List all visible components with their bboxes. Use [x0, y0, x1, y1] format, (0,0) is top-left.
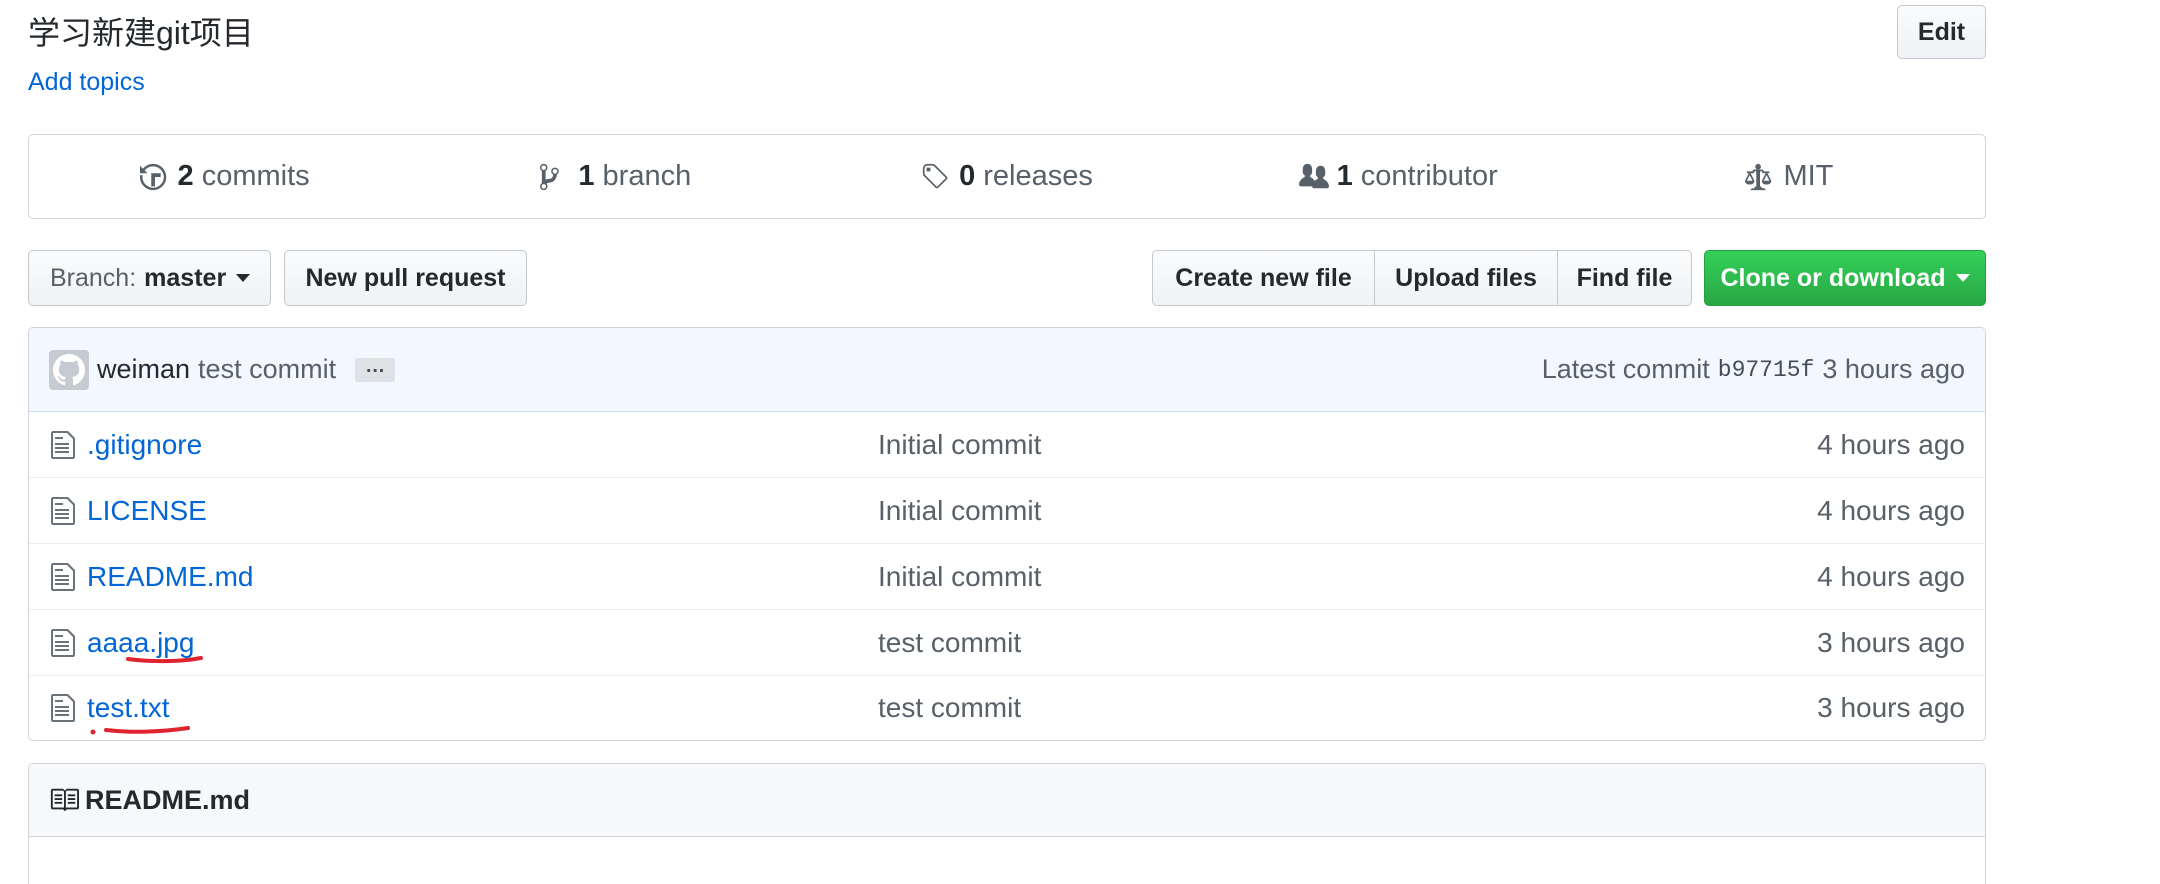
latest-commit-prefix: Latest commit: [1541, 354, 1710, 384]
license-label: MIT: [1783, 160, 1834, 192]
repo-description: 学习新建git项目: [28, 15, 254, 51]
file-icon: [51, 430, 75, 459]
branches-label: branch: [602, 160, 692, 192]
expand-commit-button[interactable]: …: [355, 356, 396, 382]
file-table: weiman test commit … Latest commit b9771…: [28, 327, 1986, 741]
readme-header: README.md: [29, 764, 1985, 837]
commit-author[interactable]: weiman: [97, 354, 190, 385]
releases-label: releases: [983, 160, 1093, 192]
find-file-button[interactable]: Find file: [1557, 250, 1692, 306]
contributors-summary[interactable]: 1 contributor: [1203, 160, 1594, 193]
file-icon: [51, 562, 75, 591]
caret-down-icon: [1955, 274, 1970, 282]
upload-files-button[interactable]: Upload files: [1374, 250, 1558, 306]
contributors-count: 1: [1336, 160, 1353, 192]
table-row: LICENSE Initial commit 4 hours ago: [29, 478, 1985, 544]
file-icon: [51, 628, 75, 657]
releases-summary[interactable]: 0 releases: [811, 160, 1202, 193]
latest-commit-info: Latest commit b97715f 3 hours ago: [1542, 354, 1965, 385]
branch-name: master: [144, 263, 227, 292]
create-new-file-button[interactable]: Create new file: [1152, 250, 1375, 306]
edit-button[interactable]: Edit: [1897, 5, 1986, 59]
commits-summary[interactable]: 2 commits: [29, 160, 420, 193]
new-pull-request-button[interactable]: New pull request: [284, 250, 527, 306]
caret-down-icon: [236, 274, 251, 282]
table-row: .gitignore Initial commit 4 hours ago: [29, 412, 1985, 478]
add-topics-link[interactable]: Add topics: [28, 68, 145, 97]
file-icon: [51, 496, 75, 525]
commit-time: 3 hours ago: [1822, 354, 1965, 384]
file-age: 3 hours ago: [1817, 626, 1965, 658]
file-age: 4 hours ago: [1817, 428, 1965, 460]
contributors-label: contributor: [1360, 160, 1498, 192]
readme-panel: README.md: [28, 763, 1986, 884]
avatar[interactable]: [49, 349, 89, 390]
clone-or-download-button[interactable]: Clone or download: [1704, 250, 1986, 306]
file-commit-message[interactable]: test commit: [878, 627, 1817, 659]
github-mark-icon: [53, 353, 85, 385]
clone-label: Clone or download: [1720, 263, 1946, 292]
file-commit-message[interactable]: test commit: [878, 692, 1817, 724]
repo-page: 学习新建git项目 Add topics Edit 2 commits 1 br…: [0, 0, 2160, 884]
readme-title: README.md: [85, 784, 251, 815]
commit-message[interactable]: test commit: [198, 354, 336, 385]
file-actions-group: Create new file Upload files Find file: [1152, 250, 1692, 306]
table-row: README.md Initial commit 4 hours ago: [29, 544, 1985, 610]
file-age: 3 hours ago: [1817, 692, 1965, 723]
file-name-link[interactable]: .gitignore: [87, 429, 878, 461]
file-name-link[interactable]: README.md: [87, 561, 878, 593]
commits-count: 2: [177, 160, 194, 192]
commit-sha-link[interactable]: b97715f: [1718, 357, 1815, 383]
file-age: 4 hours ago: [1817, 494, 1965, 526]
git-branch-icon: [540, 163, 560, 190]
numbers-summary: 2 commits 1 branch 0 releases 1 contribu…: [28, 134, 1986, 219]
file-commit-message[interactable]: Initial commit: [878, 495, 1817, 527]
file-name-link[interactable]: test.txt: [87, 692, 878, 724]
people-icon: [1298, 163, 1329, 188]
file-name-link[interactable]: LICENSE: [87, 495, 878, 527]
law-icon: [1745, 163, 1772, 190]
latest-commit-bar: weiman test commit … Latest commit b9771…: [29, 328, 1985, 412]
releases-count: 0: [959, 160, 976, 192]
tag-icon: [923, 163, 948, 188]
file-commit-message[interactable]: Initial commit: [878, 561, 1817, 593]
commits-label: commits: [201, 160, 310, 192]
branch-prefix: Branch:: [50, 263, 137, 292]
license-summary[interactable]: MIT: [1594, 160, 1985, 193]
file-age: 4 hours ago: [1817, 560, 1965, 592]
file-name-link[interactable]: aaaa.jpg: [87, 627, 878, 659]
branch-select-button[interactable]: Branch: master: [28, 250, 271, 306]
file-icon: [51, 694, 75, 722]
history-icon: [139, 163, 166, 190]
branches-count: 1: [578, 160, 595, 192]
branches-summary[interactable]: 1 branch: [420, 160, 811, 193]
table-row: test.txt test commit 3 hours ago: [29, 676, 1985, 740]
file-commit-message[interactable]: Initial commit: [878, 429, 1817, 461]
table-row: aaaa.jpg test commit 3 hours ago: [29, 610, 1985, 676]
book-icon: [50, 788, 79, 812]
